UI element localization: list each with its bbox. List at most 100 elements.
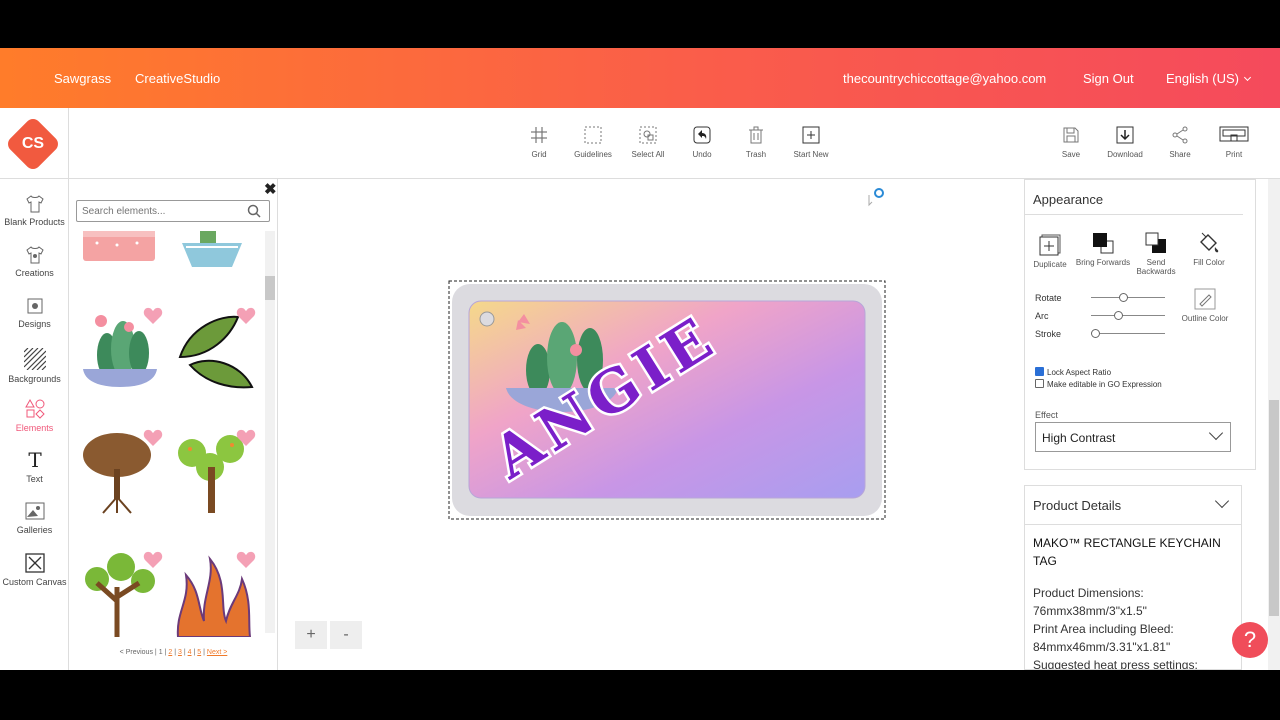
fill-color-button[interactable]: Fill Color [1181,232,1237,267]
element-thumb-green-tree[interactable] [170,429,256,515]
favorite-heart-icon[interactable] [143,429,163,447]
paint-bucket-icon [1200,232,1219,253]
select-all-label: Select All [631,150,665,159]
rotate-label: Rotate [1035,293,1062,303]
effect-label: Effect [1035,410,1058,420]
element-thumb-leafy-tree[interactable] [77,551,163,637]
duplicate-button[interactable]: Duplicate [1022,234,1078,269]
product-name: MAKO™ RECTANGLE KEYCHAIN TAG [1033,536,1221,568]
rotate-slider-handle[interactable] [1119,293,1128,302]
fill-color-label: Fill Color [1193,258,1225,267]
sidebar-item-designs[interactable]: Designs [0,297,69,329]
printer-icon [1219,126,1249,142]
help-button[interactable]: ? [1232,622,1268,658]
sidebar-item-blank-products[interactable]: Blank Products [0,195,69,227]
sidebar-item-galleries[interactable]: Galleries [0,501,69,535]
sidebar-item-custom-canvas[interactable]: Custom Canvas [0,553,69,587]
elements-scrollbar-thumb[interactable] [265,276,275,300]
select-all-button[interactable]: Select All [618,126,678,159]
bring-forward-icon [1093,233,1114,254]
favorite-heart-icon[interactable] [236,551,256,569]
sidebar-label: Text [26,474,43,484]
favorite-heart-icon[interactable] [143,307,163,325]
element-thumb-brown-tree[interactable] [77,429,163,515]
keychain-tag-preview[interactable]: ANGIE [448,280,888,522]
next-page-link[interactable]: Next > [207,649,227,656]
product-details-title[interactable]: Product Details [1033,498,1121,513]
page-4-link[interactable]: 4 [188,649,192,656]
guidelines-icon [584,126,602,144]
chevron-down-icon [1243,73,1252,82]
start-new-button[interactable]: Start New [781,126,841,159]
outline-color-label: Outline Color [1181,314,1229,323]
close-panel-button[interactable]: ✖ [264,180,277,198]
bring-forwards-button[interactable]: Bring Forwards [1075,232,1131,267]
pager-separator: | [154,649,157,656]
send-backward-icon [1145,232,1166,253]
tshirt-icon [25,195,44,213]
zoom-in-button[interactable]: + [295,621,327,649]
sign-out-link[interactable]: Sign Out [1083,71,1134,86]
page-1-link[interactable]: 1 [159,649,163,656]
grid-icon [531,127,547,143]
element-thumb-cactus-bowl[interactable] [77,307,163,393]
send-backwards-label: Send Backwards [1136,258,1176,276]
chevron-down-icon[interactable] [1214,493,1230,509]
element-thumb-potted-cactus[interactable] [170,231,256,267]
page-3-link[interactable]: 3 [178,649,182,656]
sidebar-item-text[interactable]: T Text [0,450,69,484]
favorite-heart-icon[interactable] [143,551,163,569]
search-icon[interactable] [247,204,261,218]
effect-select[interactable]: High Contrast [1035,422,1231,452]
editable-go-label: Make editable in GO Expression [1047,380,1162,389]
sidebar-label: Elements [15,423,54,433]
stroke-label: Stroke [1035,329,1062,339]
download-button[interactable]: Download [1095,126,1155,159]
grid-button[interactable]: Grid [509,126,569,159]
lock-aspect-ratio-checkbox[interactable]: Lock Aspect Ratio [1035,367,1111,377]
design-canvas[interactable]: ANGIE + - [278,179,1024,670]
trash-label: Trash [745,150,767,159]
rotate-slider-track[interactable] [1091,297,1165,298]
element-thumb-flames[interactable] [170,551,256,637]
arc-slider-handle[interactable] [1114,311,1123,320]
page-2-link[interactable]: 2 [168,649,172,656]
app-logo[interactable]: CS [0,108,69,179]
right-scrollbar-thumb[interactable] [1269,400,1279,616]
sidebar-item-creations[interactable]: Creations [0,246,69,278]
print-button[interactable]: Print [1204,126,1264,159]
shapes-icon [24,399,45,419]
stroke-slider-handle[interactable] [1091,329,1100,338]
element-thumb-cake[interactable] [77,231,163,267]
send-backwards-button[interactable]: Send Backwards [1128,232,1184,276]
favorite-heart-icon[interactable] [236,429,256,447]
sidebar-item-backgrounds[interactable]: Backgrounds [0,348,69,384]
arc-slider-track[interactable] [1091,315,1165,316]
search-elements-input[interactable] [76,200,270,222]
arc-label: Arc [1035,311,1049,321]
outline-color-button[interactable]: Outline Color [1177,288,1233,323]
editable-go-checkbox[interactable]: Make editable in GO Expression [1035,379,1162,389]
brand-sawgrass-link[interactable]: Sawgrass [54,71,111,86]
trash-icon [749,126,763,144]
undo-button[interactable]: Undo [672,126,732,159]
previous-page-link[interactable]: < Previous [120,649,153,656]
favorite-heart-icon[interactable] [236,307,256,325]
element-thumb-leaf[interactable] [170,307,256,393]
loading-spinner-icon [868,188,884,207]
zoom-out-button[interactable]: - [330,621,362,649]
language-selector[interactable]: English (US) [1166,71,1252,86]
sidebar-label: Blank Products [4,217,65,227]
trash-button[interactable]: Trash [726,126,786,159]
guidelines-button[interactable]: Guidelines [563,126,623,159]
appearance-title: Appearance [1033,192,1104,207]
undo-label: Undo [692,150,712,159]
sidebar-item-elements[interactable]: Elements [0,399,69,433]
cake-element-icon [83,231,155,261]
save-button[interactable]: Save [1041,126,1101,159]
share-button[interactable]: Share [1150,126,1210,159]
page-5-link[interactable]: 5 [197,649,201,656]
stroke-slider-track[interactable] [1091,333,1165,334]
brand-creativestudio-link[interactable]: CreativeStudio [135,71,220,86]
checkbox-checked-icon [1035,367,1044,376]
